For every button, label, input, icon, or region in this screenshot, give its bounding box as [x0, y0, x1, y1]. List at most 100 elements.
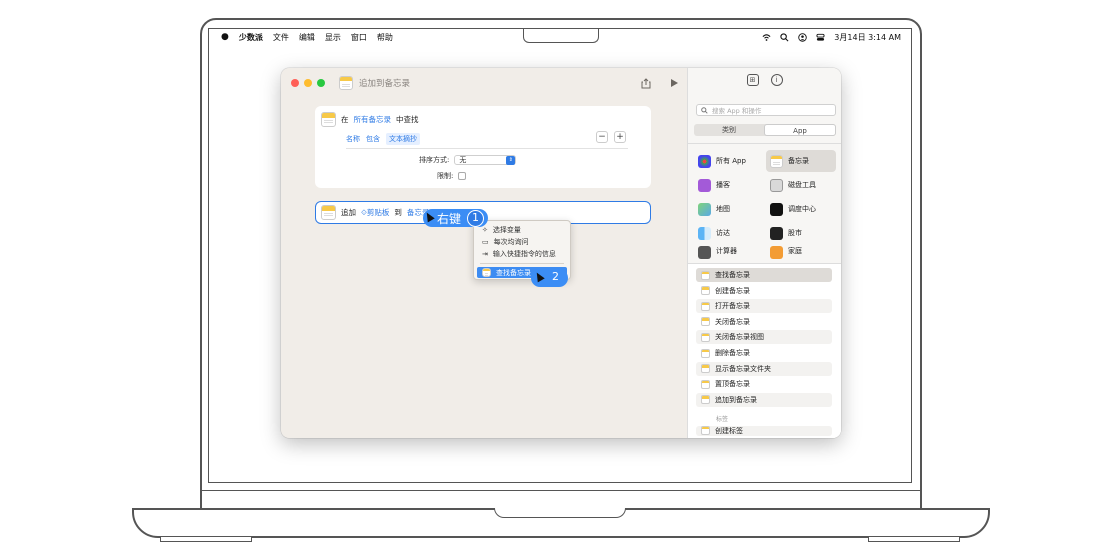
app-item-maps[interactable]: 地图: [694, 198, 764, 220]
search-icon: [701, 106, 708, 114]
find-source-token[interactable]: 所有备忘录: [354, 114, 392, 125]
share-icon[interactable]: [639, 76, 653, 90]
zoom-window-button[interactable]: [317, 79, 325, 87]
action-item[interactable]: 查找备忘录: [696, 268, 832, 282]
calculator-icon: [698, 246, 711, 259]
action-item[interactable]: 关闭备忘录: [696, 315, 832, 329]
step-1-number: 1: [467, 209, 485, 227]
filter-value-token[interactable]: 文本摘抄: [386, 133, 420, 145]
context-menu-item[interactable]: ✧ 选择变量: [482, 225, 521, 235]
limit-row: 限制:: [437, 171, 467, 181]
find-notes-action-card[interactable]: 在 所有备忘录 中查找 名称 包含 文本摘抄 − + 排序方式: 无 ⇕ 限制:: [315, 106, 651, 188]
menu-file[interactable]: 文件: [273, 32, 289, 43]
stocks-icon: [770, 226, 783, 240]
action-label: 追加到备忘录: [715, 395, 757, 404]
actions-list: 查找备忘录 创建备忘录 打开备忘录 关闭备忘录 关闭备忘录视图 删除备忘录 显示…: [688, 263, 841, 438]
info-icon[interactable]: i: [770, 74, 783, 86]
segment-categories[interactable]: 类别: [694, 124, 764, 136]
laptop-foot-right: [868, 537, 960, 542]
step-1-label: 右键: [437, 211, 462, 226]
finder-icon: [698, 226, 711, 240]
filter-operator-token[interactable]: 包含: [366, 134, 380, 144]
user-account-icon[interactable]: [798, 32, 808, 42]
notes-mini-icon: [701, 332, 710, 342]
sort-row: 排序方式: 无 ⇕: [419, 155, 517, 165]
app-item-disk-utility[interactable]: 磁盘工具: [766, 174, 836, 196]
notes-mini-icon: [701, 379, 710, 389]
find-prefix: 在: [341, 115, 349, 124]
spotlight-search-icon[interactable]: [780, 32, 789, 42]
app-item-mission-control[interactable]: 调度中心: [766, 198, 836, 220]
apple-menu-icon[interactable]: ●: [221, 32, 229, 42]
clipboard-variable-token[interactable]: ⟐剪贴板: [361, 207, 389, 218]
minimize-window-button[interactable]: [304, 79, 312, 87]
limit-checkbox[interactable]: [458, 172, 467, 180]
action-item[interactable]: 创建备忘录: [696, 284, 832, 298]
actions-sidebar: ⊞ i 搜索 App 和操作 类别 App 所有 App 备忘录 播客 磁盘工具…: [687, 68, 841, 438]
close-window-button[interactable]: [291, 79, 299, 87]
context-menu-item[interactable]: ▭ 每次均询问: [482, 237, 529, 247]
append-verb: 追加: [341, 208, 356, 217]
notes-action-icon: [321, 112, 336, 127]
action-item[interactable]: 打开备忘录: [696, 299, 832, 314]
mission-control-icon: [770, 202, 783, 216]
app-item-label: 磁盘工具: [788, 181, 816, 189]
window-title[interactable]: 追加到备忘录: [359, 77, 410, 89]
app-item-finder[interactable]: 访达: [694, 222, 764, 244]
menu-view[interactable]: 显示: [325, 32, 341, 43]
menu-help[interactable]: 帮助: [377, 32, 393, 43]
action-item[interactable]: 置顶备忘录: [696, 377, 832, 391]
select-chevron-icon: ⇕: [506, 156, 516, 165]
action-label: 关闭备忘录: [715, 317, 750, 326]
menu-app-name[interactable]: 少数派: [239, 32, 263, 43]
action-item[interactable]: 删除备忘录: [696, 346, 832, 360]
action-item[interactable]: 显示备忘录文件夹: [696, 361, 832, 376]
divider: [688, 143, 841, 144]
wifi-icon[interactable]: [762, 33, 771, 42]
notes-mini-icon: [701, 426, 710, 435]
search-placeholder: 搜索 App 和操作: [712, 107, 762, 115]
screen: ● 少数派 文件 编辑 显示 窗口 帮助 3月14日 3:14 AM 追加到备忘…: [208, 28, 912, 483]
library-icon[interactable]: ⊞: [746, 74, 759, 86]
notes-app-icon: [339, 76, 353, 90]
notes-mini-icon: [701, 286, 710, 296]
control-center-icon[interactable]: [816, 33, 825, 42]
notes-mini-icon: [482, 268, 491, 277]
disk-utility-icon: [770, 178, 783, 192]
sort-select[interactable]: 无 ⇕: [454, 155, 517, 165]
app-item-all[interactable]: 所有 App: [694, 150, 764, 172]
menu-datetime[interactable]: 3月14日 3:14 AM: [834, 32, 901, 43]
context-menu-item[interactable]: ⇥ 输入快捷指令的信息: [482, 249, 556, 259]
action-item[interactable]: 关闭备忘录视图: [696, 330, 832, 345]
context-menu-selected-label: 查找备忘录: [496, 268, 531, 277]
remove-filter-button[interactable]: −: [596, 131, 608, 143]
app-item-calculator[interactable]: 计算器: [694, 246, 764, 260]
app-item-stocks[interactable]: 股市: [766, 222, 836, 244]
laptop-hinge: [200, 490, 922, 510]
menu-edit[interactable]: 编辑: [299, 32, 315, 43]
clipboard-variable-label: 剪贴板: [366, 208, 390, 217]
segment-apps[interactable]: App: [764, 124, 836, 136]
run-play-icon[interactable]: [667, 76, 681, 90]
menu-window[interactable]: 窗口: [351, 32, 367, 43]
notes-action-icon: [321, 205, 336, 220]
app-item-label: 家庭: [788, 247, 802, 255]
limit-label: 限制:: [437, 172, 454, 180]
app-item-home[interactable]: 家庭: [766, 246, 836, 260]
notes-mini-icon: [701, 270, 710, 280]
section-label-tags: 标签: [716, 416, 729, 423]
app-item-notes[interactable]: 备忘录: [766, 150, 836, 172]
sort-label: 排序方式:: [419, 156, 450, 164]
action-item[interactable]: 创建标签: [696, 426, 832, 436]
filter-field-token[interactable]: 名称: [346, 134, 360, 144]
notes-mini-icon: [701, 348, 710, 358]
action-item[interactable]: 追加到备忘录: [696, 392, 832, 407]
add-filter-button[interactable]: +: [614, 131, 626, 143]
menu-separator: [480, 263, 564, 264]
app-item-podcasts[interactable]: 播客: [694, 174, 764, 196]
all-apps-grid-icon: [698, 154, 711, 168]
notes-mini-icon: [701, 301, 710, 311]
search-input[interactable]: 搜索 App 和操作: [696, 104, 836, 116]
step-2-number: 2: [552, 269, 559, 283]
laptop-opening-notch: [494, 508, 626, 518]
